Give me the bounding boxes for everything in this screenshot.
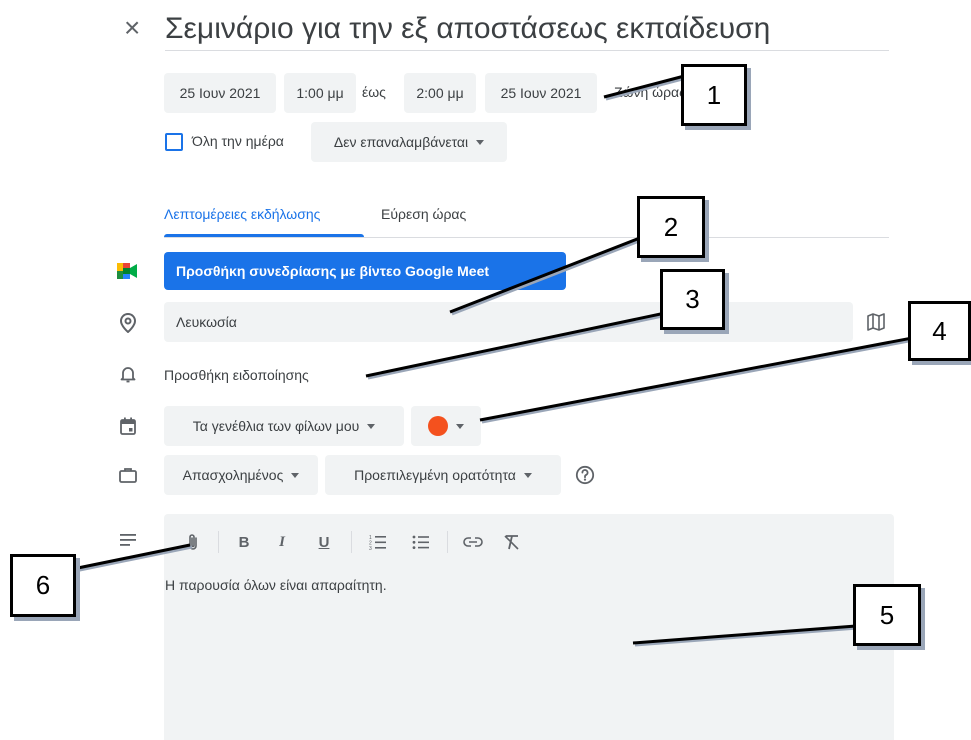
description-text[interactable]: Η παρουσία όλων είναι απαραίτητη.: [165, 577, 387, 593]
all-day-label: Όλη την ημέρα: [192, 133, 284, 149]
availability-dropdown[interactable]: Απασχολημένος: [164, 455, 318, 495]
chevron-down-icon: [367, 423, 376, 429]
help-icon[interactable]: [573, 463, 597, 487]
toolbar-divider: [447, 531, 448, 553]
briefcase-icon: [116, 463, 140, 487]
callout-3: 3: [660, 269, 725, 330]
location-value: Λευκωσία: [176, 314, 237, 330]
tab-event-details[interactable]: Λεπτομέρειες εκδήλωσης: [164, 206, 320, 222]
callout-2: 2: [637, 196, 705, 258]
until-label: έως: [362, 84, 386, 100]
event-color-dropdown[interactable]: [411, 406, 481, 446]
calendar-icon: [116, 414, 140, 438]
clear-formatting-icon[interactable]: [500, 530, 524, 554]
link-icon[interactable]: [461, 530, 485, 554]
toolbar-divider: [218, 531, 219, 553]
bold-button[interactable]: B: [232, 530, 256, 554]
repeat-dropdown[interactable]: Δεν επαναλαμβάνεται: [311, 122, 507, 162]
add-meet-button-label: Προσθήκη συνεδρίασης με βίντεο Google Me…: [176, 263, 490, 279]
add-meet-button[interactable]: Προσθήκη συνεδρίασης με βίντεο Google Me…: [164, 252, 566, 290]
tab-find-time[interactable]: Εύρεση ώρας: [381, 206, 466, 222]
callout-1: 1: [681, 64, 747, 126]
chevron-down-icon: [291, 472, 300, 478]
add-notification-link[interactable]: Προσθήκη ειδοποίησης: [164, 367, 309, 383]
google-meet-icon: [115, 262, 139, 280]
title-underline: [165, 50, 889, 51]
description-icon: [116, 528, 140, 552]
underline-button[interactable]: U: [312, 530, 336, 554]
location-pin-icon: [116, 311, 140, 335]
calendar-dropdown-label: Τα γενέθλια των φίλων μου: [192, 418, 360, 434]
map-icon[interactable]: [864, 310, 888, 334]
event-color-swatch: [428, 416, 448, 436]
close-icon[interactable]: ×: [124, 8, 140, 48]
toolbar-divider: [351, 531, 352, 553]
end-time-field[interactable]: 2:00 μμ: [404, 73, 476, 113]
callout-5: 5: [853, 584, 921, 646]
chevron-down-icon: [476, 139, 485, 145]
numbered-list-icon[interactable]: 1 2 3: [366, 530, 390, 554]
timezone-link[interactable]: Ζώνη ώρας: [614, 84, 686, 100]
event-title[interactable]: Σεμινάριο για την εξ αποστάσεως εκπαίδευ…: [165, 8, 770, 50]
callout-6: 6: [10, 554, 76, 617]
attachment-icon[interactable]: [181, 530, 205, 554]
location-input[interactable]: Λευκωσία: [164, 302, 853, 342]
visibility-dropdown-label: Προεπιλεγμένη ορατότητα: [354, 467, 516, 483]
all-day-checkbox[interactable]: [165, 133, 183, 151]
bulleted-list-icon[interactable]: [409, 530, 433, 554]
end-date-field[interactable]: 25 Ιουν 2021: [485, 73, 597, 113]
chevron-down-icon: [523, 472, 532, 478]
availability-dropdown-label: Απασχολημένος: [182, 467, 284, 483]
tabs-divider: [164, 237, 889, 238]
calendar-dropdown[interactable]: Τα γενέθλια των φίλων μου: [164, 406, 404, 446]
start-time-field[interactable]: 1:00 μμ: [284, 73, 356, 113]
italic-button[interactable]: I: [270, 530, 294, 554]
svg-text:3: 3: [369, 546, 372, 550]
start-date-field[interactable]: 25 Ιουν 2021: [164, 73, 276, 113]
visibility-dropdown[interactable]: Προεπιλεγμένη ορατότητα: [325, 455, 561, 495]
repeat-dropdown-label: Δεν επαναλαμβάνεται: [333, 134, 469, 150]
chevron-down-icon: [456, 423, 464, 429]
callout-4: 4: [908, 301, 971, 361]
bell-icon: [116, 362, 140, 386]
